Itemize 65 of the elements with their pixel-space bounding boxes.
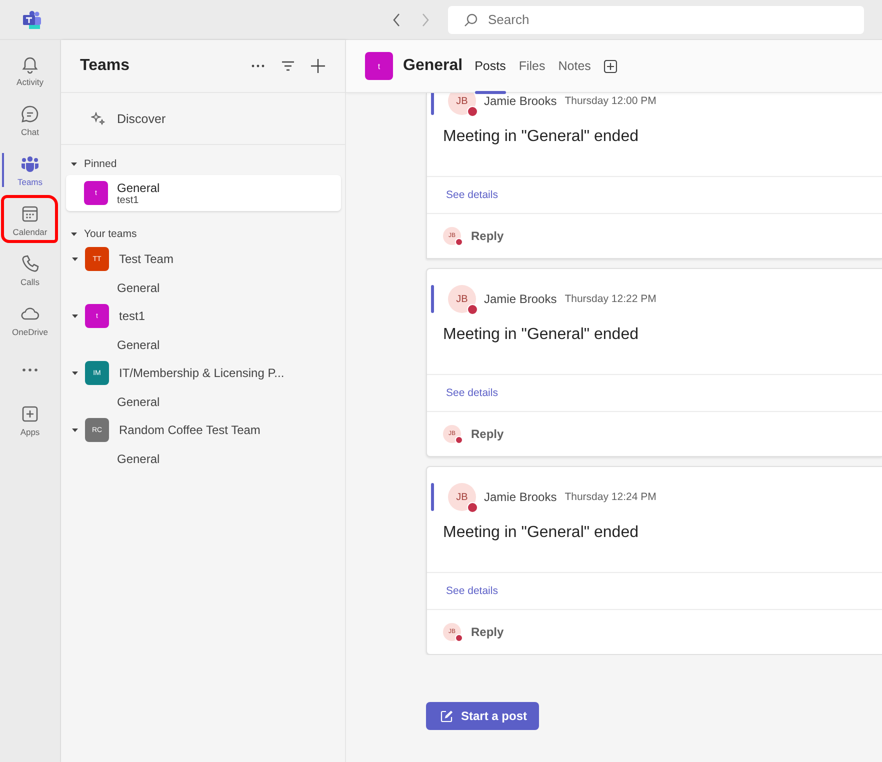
rail-button[interactable]: Activity bbox=[0, 45, 60, 95]
channel-item[interactable]: General bbox=[61, 388, 345, 416]
author-avatar: JB bbox=[448, 285, 476, 313]
add-icon[interactable] bbox=[311, 59, 325, 73]
back-chevron-icon[interactable] bbox=[392, 12, 402, 26]
post-time: Thursday 12:22 PM bbox=[564, 293, 656, 305]
app-logo-icon[interactable] bbox=[22, 10, 42, 30]
see-details-link[interactable]: See details bbox=[446, 585, 498, 597]
post-time: Thursday 12:24 PM bbox=[564, 491, 656, 503]
more-options-icon[interactable] bbox=[251, 64, 265, 68]
people-icon bbox=[20, 154, 40, 174]
channel-tab[interactable]: Files bbox=[518, 40, 546, 92]
post-message: Meeting in "General" ended bbox=[443, 326, 638, 343]
calendar-icon bbox=[20, 204, 40, 224]
search-field[interactable]: Search bbox=[448, 6, 864, 34]
filter-icon[interactable] bbox=[281, 60, 295, 72]
caret-icon[interactable] bbox=[71, 255, 79, 264]
channel-tab[interactable]: Notes bbox=[558, 40, 591, 92]
author-name: Jamie Brooks bbox=[484, 94, 557, 108]
reply-button[interactable]: Reply bbox=[471, 625, 504, 639]
channel-title: General bbox=[403, 57, 463, 75]
reply-button[interactable]: Reply bbox=[471, 427, 504, 441]
author-name: Jamie Brooks bbox=[484, 292, 557, 306]
caret-icon[interactable] bbox=[70, 230, 78, 238]
rail-button[interactable]: Calls bbox=[0, 245, 60, 295]
post-message: Meeting in "General" ended bbox=[443, 524, 638, 541]
caret-icon[interactable] bbox=[71, 369, 79, 378]
rail-button[interactable]: OneDrive bbox=[0, 295, 60, 345]
channel-item[interactable]: General bbox=[61, 330, 345, 359]
start-post-button[interactable]: Start a post bbox=[426, 702, 540, 730]
caret-icon[interactable] bbox=[71, 426, 79, 434]
caret-icon[interactable] bbox=[71, 312, 79, 320]
rail-button[interactable]: Calendar bbox=[0, 195, 60, 245]
section-header: Your teams bbox=[84, 228, 137, 240]
panel-title: Teams bbox=[80, 57, 131, 75]
post-message: Meeting in "General" ended bbox=[443, 128, 638, 145]
search-icon bbox=[464, 12, 478, 26]
see-details-link[interactable]: See details bbox=[446, 189, 498, 201]
team-name[interactable]: IT/Membership & Licensing P... bbox=[119, 366, 284, 380]
more-icon bbox=[22, 368, 38, 372]
discover-button[interactable]: Discover bbox=[61, 93, 345, 145]
caret-icon[interactable] bbox=[70, 160, 78, 168]
channel-tab[interactable]: Posts bbox=[474, 40, 506, 92]
reply-button[interactable]: Reply bbox=[471, 229, 504, 243]
channel-item[interactable]: General bbox=[61, 274, 345, 302]
author-name: Jamie Brooks bbox=[484, 490, 557, 504]
author-avatar: JB bbox=[448, 483, 476, 511]
team-name[interactable]: Test Team bbox=[119, 252, 174, 266]
add-tab-icon[interactable] bbox=[604, 60, 617, 72]
chat-icon bbox=[20, 104, 40, 124]
rail-button[interactable]: Apps bbox=[0, 395, 60, 445]
team-name[interactable]: test1 bbox=[119, 309, 146, 324]
sparkle-icon bbox=[91, 112, 105, 126]
team-avatar: t bbox=[365, 52, 393, 80]
compose-icon bbox=[440, 710, 453, 722]
rail-button[interactable]: Teams bbox=[0, 145, 60, 195]
section-header: Pinned bbox=[84, 158, 117, 170]
see-details-link[interactable]: See details bbox=[446, 387, 498, 399]
channel-item[interactable]: General bbox=[61, 444, 345, 473]
add-app-icon bbox=[20, 404, 40, 424]
post-time: Thursday 12:00 PM bbox=[564, 95, 656, 107]
phone-icon bbox=[20, 254, 40, 274]
author-avatar: JB bbox=[448, 93, 476, 115]
rail-button[interactable]: Chat bbox=[0, 95, 60, 145]
team-name[interactable]: Random Coffee Test Team bbox=[119, 423, 260, 438]
